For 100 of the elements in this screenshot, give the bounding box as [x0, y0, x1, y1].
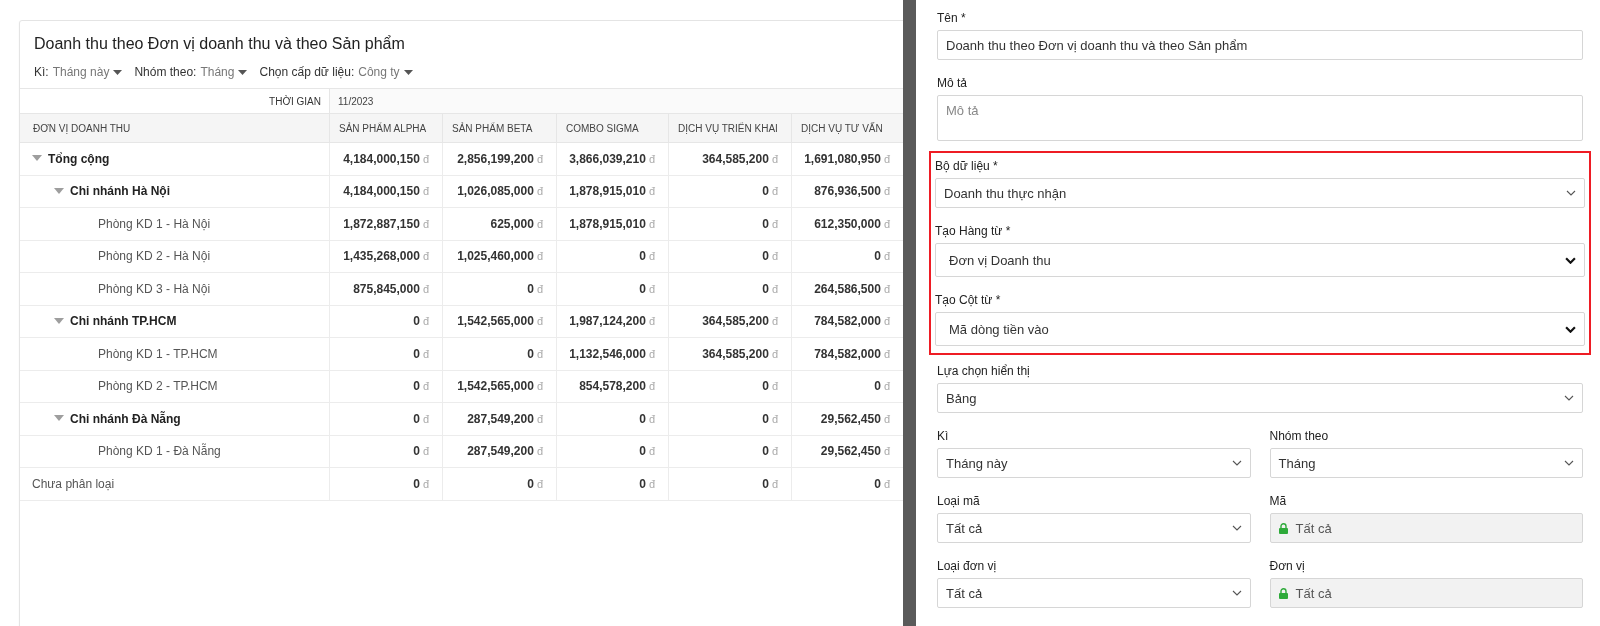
table-cell: 1,132,546,000 đ: [557, 338, 669, 370]
select-field[interactable]: Đơn vị Doanh thu: [935, 243, 1585, 277]
text-field[interactable]: Doanh thu theo Đơn vị doanh thu và theo Sản phẩm: [937, 30, 1583, 60]
table-cell: 1,872,887,150 đ: [330, 208, 443, 240]
chevron-down-icon: [1566, 190, 1576, 196]
select-field[interactable]: Tháng: [1269, 448, 1583, 478]
caret-icon[interactable]: [54, 415, 64, 423]
filter-dropdown[interactable]: Kì: Tháng này: [34, 65, 123, 79]
table-cell: 0 đ: [669, 370, 792, 402]
row-label: Chưa phân loại: [32, 476, 115, 491]
select-field[interactable]: Bảng: [937, 383, 1583, 413]
table-cell: 1,878,915,010 đ: [557, 208, 669, 240]
table-cell: 1,025,460,000 đ: [443, 240, 557, 272]
field-label: Mã: [1269, 493, 1288, 509]
row-label: Chi nhánh Đà Nẵng: [70, 411, 181, 426]
select-field[interactable]: Tháng này: [937, 448, 1251, 478]
caret-icon: [403, 69, 413, 75]
table-cell: 0 đ: [330, 435, 443, 467]
table-cell: 364,585,200 đ: [669, 338, 792, 370]
table-cell: 0 đ: [330, 403, 443, 435]
chevron-down-icon: [1565, 256, 1576, 264]
row-label: Phòng KD 1 - Hà Nội: [97, 216, 211, 231]
table-cell: 0 đ: [669, 435, 792, 467]
caret-icon[interactable]: [32, 155, 42, 163]
field-label: Tạo Hàng từ *: [935, 223, 1012, 239]
table-cell: 4,184,000,150 đ: [330, 175, 443, 207]
table-cell: 287,549,200 đ: [443, 403, 557, 435]
column-header: SẢN PHẨM BETA: [443, 114, 557, 142]
row-label: Chi nhánh Hà Nội: [70, 184, 170, 199]
table-cell: 0 đ: [669, 403, 792, 435]
table-cell: 3,866,039,210 đ: [557, 143, 669, 175]
table-cell: 0 đ: [557, 468, 669, 500]
locked-field[interactable]: Tất cả: [1269, 578, 1583, 608]
field-label: Loại mã: [937, 493, 981, 509]
row-label: Phòng KD 1 - Đà Nẵng: [97, 444, 221, 459]
row-label: Phòng KD 3 - Hà Nội: [97, 281, 211, 296]
table-cell: 0 đ: [669, 208, 792, 240]
chevron-down-icon: [1565, 325, 1576, 333]
table-cell: 0 đ: [557, 435, 669, 467]
chevron-down-icon: [1231, 525, 1242, 531]
table-cell: 1,987,124,200 đ: [557, 305, 669, 337]
chevron-down-icon: [1231, 590, 1242, 596]
field-label: Loại đơn vị: [937, 558, 998, 574]
caret-icon[interactable]: [54, 187, 64, 195]
table-cell: 1,435,268,000 đ: [330, 240, 443, 272]
table-cell: 1,542,565,000 đ: [443, 305, 557, 337]
row-label: Phòng KD 1 - TP.HCM: [97, 346, 218, 361]
table-cell: 2,856,199,200 đ: [443, 143, 557, 175]
row-label: Phòng KD 2 - Hà Nội: [97, 249, 211, 264]
chevron-down-icon: [1231, 460, 1242, 466]
table-cell: 1,542,565,000 đ: [443, 370, 557, 402]
report-title: Doanh thu theo Đơn vị doanh thu và theo Sản phẩm: [33, 34, 406, 54]
filter-dropdown[interactable]: Nhóm theo: Tháng: [134, 65, 248, 79]
chevron-down-icon: [1564, 395, 1574, 401]
select-field[interactable]: Mã dòng tiền vào: [935, 312, 1585, 346]
table-cell: 0 đ: [669, 240, 792, 272]
caret-icon[interactable]: [54, 317, 64, 325]
caret-icon: [113, 69, 123, 75]
field-label: Nhóm theo: [1269, 428, 1330, 444]
table-cell: 0 đ: [330, 370, 443, 402]
locked-field[interactable]: Tất cả: [1269, 513, 1583, 543]
table-cell: 4,184,000,150 đ: [330, 143, 443, 175]
table-cell: 625,000 đ: [443, 208, 557, 240]
table-cell: 0 đ: [669, 273, 792, 305]
table-cell: 0 đ: [330, 468, 443, 500]
row-label: Phòng KD 2 - TP.HCM: [97, 379, 218, 394]
field-label: Tên *: [937, 10, 967, 26]
caret-icon: [238, 69, 248, 75]
table-cell: 1,026,085,000 đ: [443, 175, 557, 207]
table-cell: 854,578,200 đ: [557, 370, 669, 402]
table-cell: 364,585,200 đ: [669, 305, 792, 337]
table-cell: 0 đ: [443, 468, 557, 500]
field-label: Tạo Cột từ *: [935, 292, 1002, 308]
table-cell: 0 đ: [669, 175, 792, 207]
lock-icon: [1278, 522, 1288, 534]
select-field[interactable]: Tất cả: [937, 578, 1251, 608]
column-header: ĐƠN VỊ DOANH THU: [20, 114, 330, 142]
table-cell: 0 đ: [557, 273, 669, 305]
textarea-field[interactable]: Mô tả: [937, 95, 1583, 141]
select-field[interactable]: Doanh thu thực nhận: [935, 178, 1585, 208]
column-header: COMBO SIGMA: [557, 114, 669, 142]
table-cell: 1,878,915,010 đ: [557, 175, 669, 207]
select-field[interactable]: Tất cả: [937, 513, 1251, 543]
period-header: 11/2023: [330, 89, 903, 113]
row-label: Tổng cộng: [48, 151, 110, 166]
column-header: DỊCH VỤ TRIỂN KHAI: [669, 114, 792, 142]
table-cell: 0 đ: [443, 338, 557, 370]
column-header: SẢN PHẨM ALPHA: [330, 114, 443, 142]
table-cell: 0 đ: [443, 273, 557, 305]
table-cell: 0 đ: [669, 468, 792, 500]
field-label: Bộ dữ liệu *: [935, 158, 999, 174]
field-label: Kì: [937, 428, 950, 444]
field-label: Lựa chọn hiển thị: [937, 363, 1031, 379]
field-label: Đơn vị: [1269, 558, 1306, 574]
lock-icon: [1278, 587, 1288, 599]
table-cell: 0 đ: [557, 403, 669, 435]
row-label: Chi nhánh TP.HCM: [70, 314, 177, 329]
table-cell: 364,585,200 đ: [669, 143, 792, 175]
table-cell: 0 đ: [330, 338, 443, 370]
filter-dropdown[interactable]: Chọn cấp dữ liệu: Công ty: [259, 65, 413, 79]
